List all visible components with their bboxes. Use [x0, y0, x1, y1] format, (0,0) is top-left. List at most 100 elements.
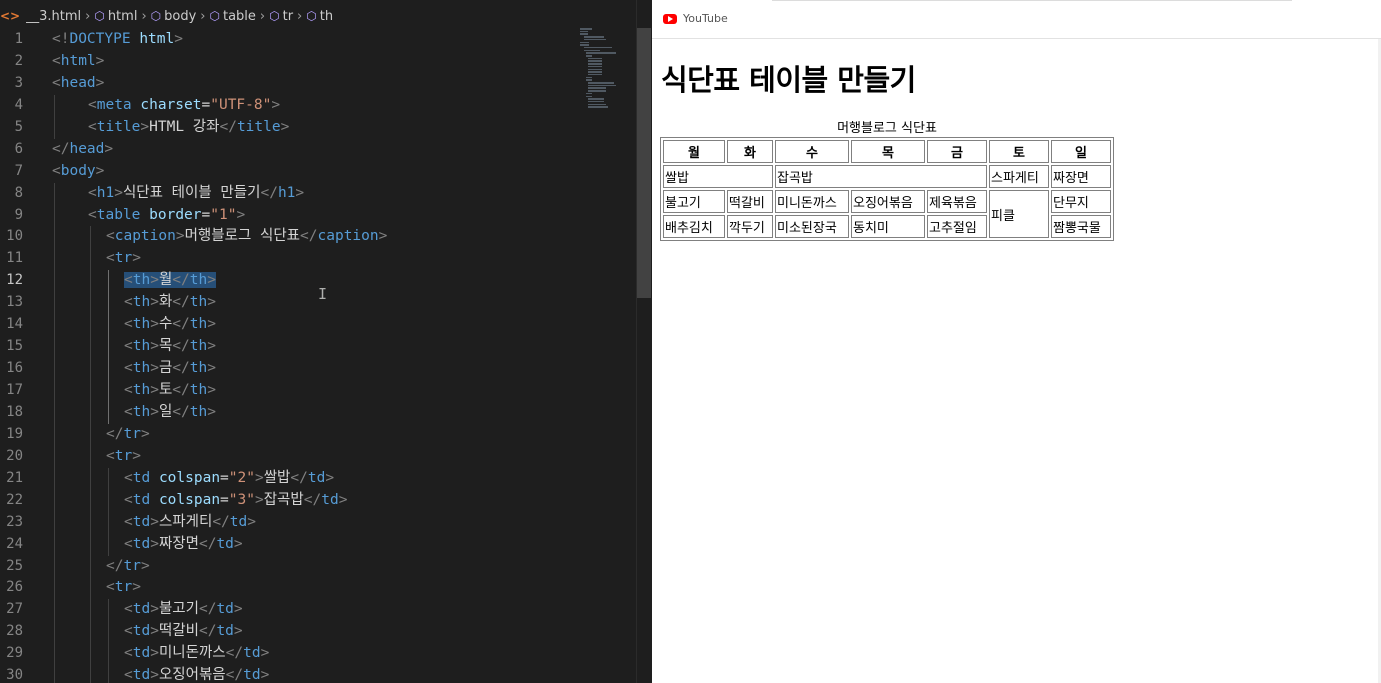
- line-number: 26: [6, 579, 23, 596]
- code-token: 불고기: [158, 601, 199, 618]
- minimap-line: [588, 60, 602, 62]
- table-cell: 배추김치: [663, 215, 725, 238]
- code-line[interactable]: 8 <h1>식단표 테이블 만들기</h1>: [0, 182, 640, 205]
- minimap-line: [588, 98, 604, 100]
- line-number: 18: [6, 403, 23, 420]
- table-row: 쌀밥 잡곡밥 스파게티 짜장면: [663, 165, 1111, 188]
- code-line[interactable]: 29 <td>미니돈까스</td>: [0, 643, 640, 666]
- address-bar-edge: [772, 0, 1292, 1]
- code-text: <tr>: [106, 577, 141, 599]
- code-line[interactable]: 16 <th>금</th>: [0, 358, 640, 380]
- code-token: </: [172, 382, 190, 398]
- editor-scrollbar-thumb[interactable]: [637, 28, 651, 298]
- indent-guide: [90, 358, 91, 380]
- table-cell: 피클: [989, 190, 1049, 238]
- browser-preview: YouTube 식단표 테이블 만들기 머행블로그 식단표 월 화 수 목 금 토 일 쌀밥 잡…: [652, 0, 1381, 683]
- code-line[interactable]: 15 <th>목</th>: [0, 336, 640, 359]
- code-token: 오징어볶음: [158, 667, 226, 683]
- code-line[interactable]: 24 <td>짜장면</td>: [0, 533, 640, 556]
- code-token: td: [132, 535, 151, 552]
- code-token: =: [220, 469, 229, 486]
- code-line[interactable]: 21 <td colspan="2">쌀밥</td>: [0, 467, 640, 490]
- code-text: <tr>: [106, 446, 141, 468]
- code-token: >: [150, 601, 159, 618]
- code-token: 토: [158, 382, 173, 398]
- line-number: 24: [6, 535, 23, 552]
- code-line[interactable]: 6 </head>: [0, 139, 640, 161]
- code-token: >: [140, 425, 150, 442]
- chevron-right-icon: ›: [297, 8, 303, 24]
- table-cell: 고추절임: [927, 215, 987, 238]
- code-token: >: [280, 118, 290, 135]
- code-line[interactable]: 30 <td>오징어볶음</td>: [0, 665, 640, 683]
- code-line[interactable]: 27 <td>불고기</td>: [0, 599, 640, 622]
- breadcrumb-item-tr[interactable]: tr: [283, 9, 293, 24]
- code-line[interactable]: 1 <!DOCTYPE html>: [0, 29, 640, 51]
- breadcrumb-item-th[interactable]: th: [320, 9, 333, 24]
- code-line[interactable]: 28 <td>떡갈비</td>: [0, 621, 640, 644]
- code-text: <tr>: [106, 248, 141, 270]
- code-line[interactable]: 18 <th>일</th>: [0, 401, 640, 424]
- code-text: <h1>식단표 테이블 만들기</h1>: [88, 183, 304, 205]
- code-line[interactable]: 26 <tr>: [0, 577, 640, 600]
- code-token: >: [207, 382, 216, 398]
- code-token: </: [225, 645, 244, 662]
- code-line[interactable]: 20 <tr>: [0, 445, 640, 468]
- code-token: >: [378, 228, 388, 245]
- breadcrumb-item-file[interactable]: __3.html: [26, 9, 81, 24]
- code-token: caption: [114, 228, 176, 245]
- code-token: <: [124, 667, 133, 683]
- table-header-cell: 토: [989, 140, 1049, 163]
- code-token: <: [106, 228, 115, 245]
- code-line[interactable]: 25 </tr>: [0, 555, 640, 578]
- code-token: title: [236, 118, 281, 135]
- table-header-cell: 수: [775, 140, 849, 163]
- table-header-cell: 일: [1051, 140, 1111, 163]
- code-line[interactable]: 9 <table border="1">: [0, 204, 640, 227]
- code-token: td: [132, 491, 151, 508]
- code-lines[interactable]: 1 <!DOCTYPE html> 2 <html> 3 <head> 4 <meta cha…: [0, 29, 640, 683]
- code-line[interactable]: 14 <th>수</th>: [0, 314, 640, 337]
- code-line[interactable]: 7 <body>: [0, 161, 640, 183]
- code-line[interactable]: 5 <title>HTML 강좌</title>: [0, 116, 640, 139]
- indent-guide: [90, 336, 91, 359]
- code-token: <: [124, 294, 133, 311]
- table-cell: 쌀밥: [663, 165, 773, 188]
- indent-guide: [90, 467, 91, 490]
- line-number: 1: [14, 31, 23, 47]
- code-token: "2": [228, 469, 255, 486]
- code-line[interactable]: 22 <td colspan="3">잡곡밥</td>: [0, 489, 640, 512]
- line-number: 15: [6, 338, 23, 355]
- table-caption: 머행블로그 식단표: [837, 121, 937, 136]
- code-line[interactable]: 3 <head>: [0, 73, 640, 95]
- code-line[interactable]: 10 <caption>머행블로그 식단표</caption>: [0, 226, 640, 249]
- minimap-line: [586, 92, 592, 95]
- minimap-line: [588, 68, 602, 70]
- code-line[interactable]: 23 <td>스파게티</td>: [0, 511, 640, 534]
- text-cursor-icon: I: [318, 285, 328, 303]
- indent-guide: [108, 665, 109, 683]
- bookmark-label: YouTube: [683, 12, 728, 25]
- line-number: 27: [6, 601, 23, 618]
- indent-guide: [108, 621, 109, 644]
- indent-guide: [54, 336, 55, 359]
- breadcrumb-item-html[interactable]: html: [108, 9, 138, 24]
- breadcrumb-item-table[interactable]: table: [223, 9, 256, 24]
- code-token: th: [189, 360, 208, 377]
- indent-guide: [54, 248, 55, 271]
- code-line[interactable]: 11 <tr>: [0, 248, 640, 271]
- breadcrumb-item-body[interactable]: body: [164, 9, 196, 24]
- indent-guide: [90, 226, 91, 249]
- code-editor[interactable]: <> __3.html › ⬡ html › ⬡ body › ⬡ table …: [0, 0, 652, 683]
- indent-guide: [108, 358, 109, 380]
- minimap[interactable]: [580, 28, 636, 118]
- code-line[interactable]: 17 <th>토</th>: [0, 380, 640, 402]
- code-token: >: [207, 360, 216, 377]
- code-token: >: [175, 228, 185, 245]
- table-header-cell: 월: [663, 140, 725, 163]
- code-line[interactable]: 2 <html>: [0, 51, 640, 73]
- code-line[interactable]: 4 <meta charset="UTF-8">: [0, 94, 640, 117]
- code-token: >: [95, 162, 105, 179]
- table-cell: 오징어볶음: [851, 190, 925, 213]
- code-line[interactable]: 19 </tr>: [0, 423, 640, 446]
